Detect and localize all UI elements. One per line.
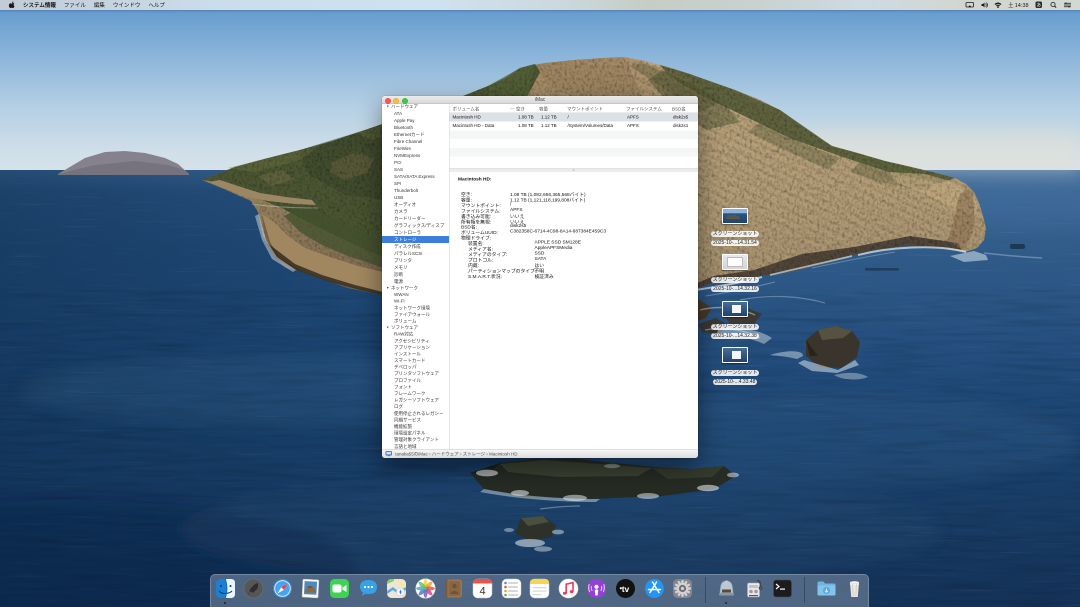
svg-text:tv: tv	[622, 584, 630, 594]
svg-text:4: 4	[479, 586, 485, 598]
